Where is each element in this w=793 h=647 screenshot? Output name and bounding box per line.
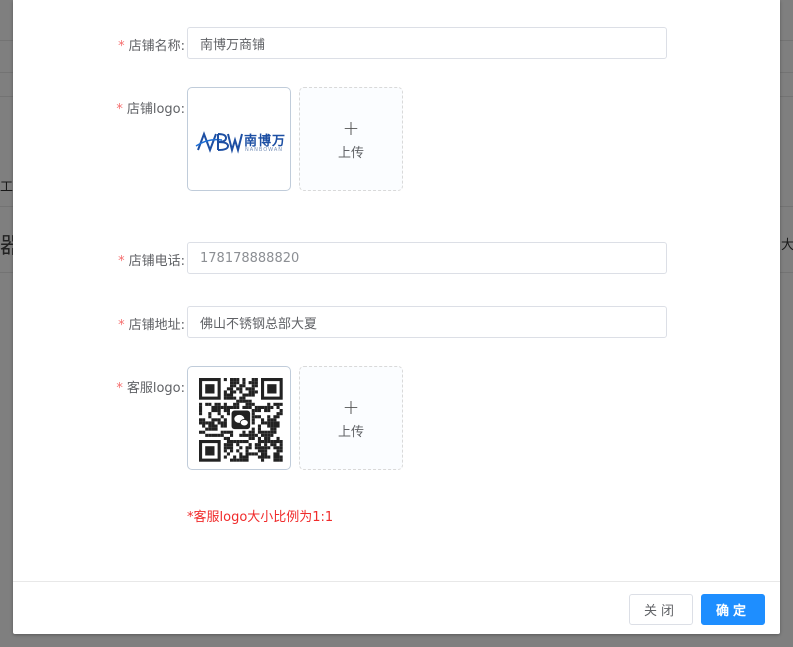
close-button[interactable]: 关闭 [629,594,693,625]
service-qr-thumbnail[interactable] [187,366,291,470]
shop-phone-input[interactable]: 178178888820 [187,242,667,274]
dialog-footer: 关闭 确定 [13,581,780,634]
shop-logo-thumbnail[interactable]: 南博万 NANBOWAN [187,87,291,191]
shop-name-input[interactable]: 南博万商铺 [187,27,667,59]
plus-icon: + [342,394,360,419]
shop-logo-sub-text: NANBOWAN [245,147,284,153]
shop-address-value: 佛山不锈钢总部大夏 [200,316,318,332]
required-mark: * [118,39,125,54]
confirm-button[interactable]: 确定 [701,594,765,625]
shop-address-label: * 店铺地址: [118,318,185,333]
shop-address-input[interactable]: 佛山不锈钢总部大夏 [187,306,667,338]
required-mark: * [116,102,123,117]
shop-name-value: 南博万商铺 [200,37,266,53]
upload-label: 上传 [337,145,364,161]
service-logo-label: * 客服logo: [116,381,185,396]
qr-code-icon [199,378,283,462]
required-mark: * [118,318,125,333]
plus-icon: + [342,115,360,140]
required-mark: * [118,254,125,269]
shop-logo-upload-button[interactable]: + 上传 [299,87,403,191]
required-mark: * [116,381,123,396]
upload-label: 上传 [337,424,364,440]
edit-shop-dialog: * 店铺名称: 南博万商铺 * 店铺logo: 南博万 NANBOWAN + 上传 … [13,0,780,634]
shop-name-label: * 店铺名称: [118,39,185,54]
shop-phone-value: 178178888820 [200,250,300,266]
service-logo-hint: *客服logo大小比例为1:1 [187,510,334,525]
shop-phone-label: * 店铺电话: [118,254,185,269]
shop-logo-label: * 店铺logo: [116,102,185,117]
service-logo-upload-button[interactable]: + 上传 [299,366,403,470]
